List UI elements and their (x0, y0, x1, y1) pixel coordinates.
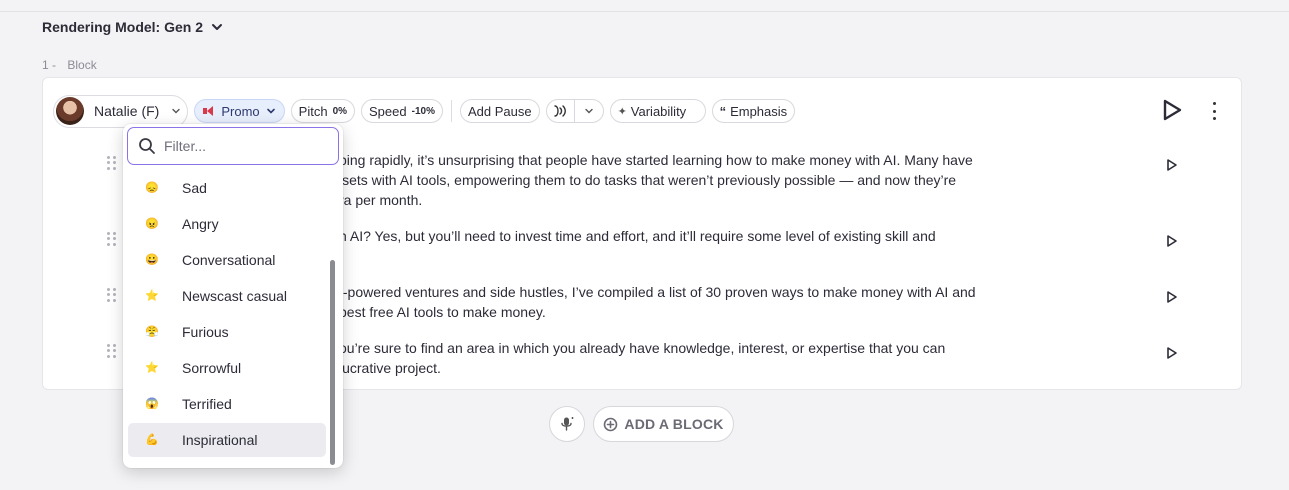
pitch-label: Pitch (298, 103, 328, 119)
option-label: Angry (182, 216, 219, 232)
row-play-icon[interactable] (1166, 234, 1178, 248)
add-pause-button[interactable]: Add Pause (459, 99, 540, 123)
block-toolbar: Natalie (F) Promo Pitch 0% Speed -10% Ad… (53, 94, 796, 128)
add-pause-label: Add Pause (467, 103, 532, 119)
speed-button[interactable]: Speed -10% (361, 99, 443, 123)
row-line: lsets with AI tools, empowering them to … (339, 172, 957, 188)
dropdown-option-sad[interactable]: 😞 Sad (128, 171, 326, 205)
row-line: ping rapidly, it’s unsurprising that peo… (339, 152, 973, 168)
option-label: Terrified (182, 396, 232, 412)
pitch-value: 0% (332, 105, 348, 117)
plus-circle-icon (604, 417, 618, 431)
option-label: Sorrowful (182, 360, 242, 376)
chevron-down-icon (266, 108, 275, 114)
row-play-icon[interactable] (1166, 158, 1178, 172)
chevron-down-icon (172, 108, 181, 114)
top-divider (0, 0, 1289, 12)
option-label: Newscast casual (182, 288, 288, 304)
avatar (56, 97, 84, 125)
row-text[interactable]: ou’re sure to find an area in which you … (339, 338, 1029, 378)
row-line: ra per month. (339, 192, 423, 208)
grinning-face-icon: 😀 (145, 254, 159, 266)
variability-button[interactable]: ✦ Variability (609, 99, 706, 123)
style-label: Promo (221, 103, 260, 119)
row-play-icon[interactable] (1166, 346, 1178, 360)
quote-icon: “ (719, 103, 727, 119)
voice-name: Natalie (F) (94, 103, 160, 119)
filter-input[interactable] (164, 138, 314, 154)
emphasis-button[interactable]: “ Emphasis (711, 99, 796, 123)
microphone-icon (561, 417, 574, 431)
row-line: lucrative project. (339, 360, 441, 376)
sparkle-icon: ✦ (617, 105, 627, 118)
row-line: I-powered ventures and side hustles, I’v… (339, 284, 976, 300)
dropdown-option-angry[interactable]: 😠 Angry (128, 207, 326, 241)
rendering-model-label: Rendering Model: Gen 2 (42, 19, 204, 35)
row-play-icon[interactable] (1166, 290, 1178, 304)
block-title: Block (67, 58, 97, 72)
dropdown-option-conversational[interactable]: 😀 Conversational (128, 243, 326, 277)
add-block-label: ADD A BLOCK (624, 416, 724, 432)
breath-control[interactable] (545, 99, 604, 123)
more-options-icon[interactable] (1210, 102, 1218, 120)
furious-face-icon: 😤 (145, 326, 159, 338)
star-icon: ⭐ (145, 362, 159, 374)
chevron-down-icon (584, 108, 593, 114)
chevron-down-icon (212, 24, 223, 30)
dropdown-option-inspirational[interactable]: 💪 Inspirational (128, 423, 326, 457)
dropdown-option-sorrowful[interactable]: ⭐ Sorrowful (128, 351, 326, 385)
row-line: best free AI tools to make money. (339, 304, 546, 320)
row-line: h AI? Yes, but you’ll need to invest tim… (339, 228, 936, 244)
variability-label: Variability (630, 103, 687, 119)
filter-field[interactable] (127, 127, 339, 165)
star-icon: ⭐ (145, 290, 159, 302)
pitch-button[interactable]: Pitch 0% (290, 99, 356, 123)
option-label: Furious (182, 324, 229, 340)
row-line: ou’re sure to find an area in which you … (339, 340, 946, 356)
option-label: Conversational (182, 252, 276, 268)
toolbar-divider (450, 100, 452, 122)
add-block-button[interactable]: ADD A BLOCK (593, 406, 734, 442)
drag-handle-icon[interactable] (107, 232, 117, 246)
style-dropdown-menu: 😞 Sad 😠 Angry 😀 Conversational ⭐ Newscas… (123, 124, 343, 468)
style-selector[interactable]: Promo (194, 99, 285, 123)
dropdown-option-terrified[interactable]: 😱 Terrified (128, 387, 326, 421)
drag-handle-icon[interactable] (107, 288, 117, 302)
sad-face-icon: 😞 (145, 182, 159, 194)
dropdown-option-furious[interactable]: 😤 Furious (128, 315, 326, 349)
row-text[interactable]: I-powered ventures and side hustles, I’v… (339, 282, 1029, 322)
row-text[interactable]: ping rapidly, it’s unsurprising that peo… (339, 150, 1029, 210)
scrollbar-thumb[interactable] (330, 260, 335, 465)
option-label: Sad (182, 180, 207, 196)
rendering-model-selector[interactable]: Rendering Model: Gen 2 (42, 19, 223, 35)
option-label: Inspirational (182, 432, 258, 448)
dropdown-scrollbar[interactable] (330, 260, 336, 465)
drag-handle-icon[interactable] (107, 156, 117, 170)
voice-record-button[interactable] (549, 406, 585, 442)
breath-icon[interactable] (547, 100, 575, 122)
voice-selector[interactable]: Natalie (F) (53, 94, 189, 128)
row-text[interactable]: h AI? Yes, but you’ll need to invest tim… (339, 226, 1029, 246)
search-icon (139, 138, 155, 154)
play-icon[interactable] (1161, 98, 1183, 122)
flexed-arm-icon: 💪 (145, 434, 159, 446)
block-index: 1 - (42, 58, 57, 72)
speed-label: Speed (369, 103, 407, 119)
block-label: 1 - Block (42, 58, 97, 72)
terrified-face-icon: 😱 (145, 398, 159, 410)
dropdown-option-newscast-casual[interactable]: ⭐ Newscast casual (128, 279, 326, 313)
megaphone-icon (203, 106, 215, 116)
angry-face-icon: 😠 (145, 218, 159, 230)
speed-value: -10% (411, 105, 435, 117)
drag-handle-icon[interactable] (107, 344, 117, 358)
breath-dropdown[interactable] (575, 100, 603, 122)
emphasis-label: Emphasis (730, 103, 788, 119)
